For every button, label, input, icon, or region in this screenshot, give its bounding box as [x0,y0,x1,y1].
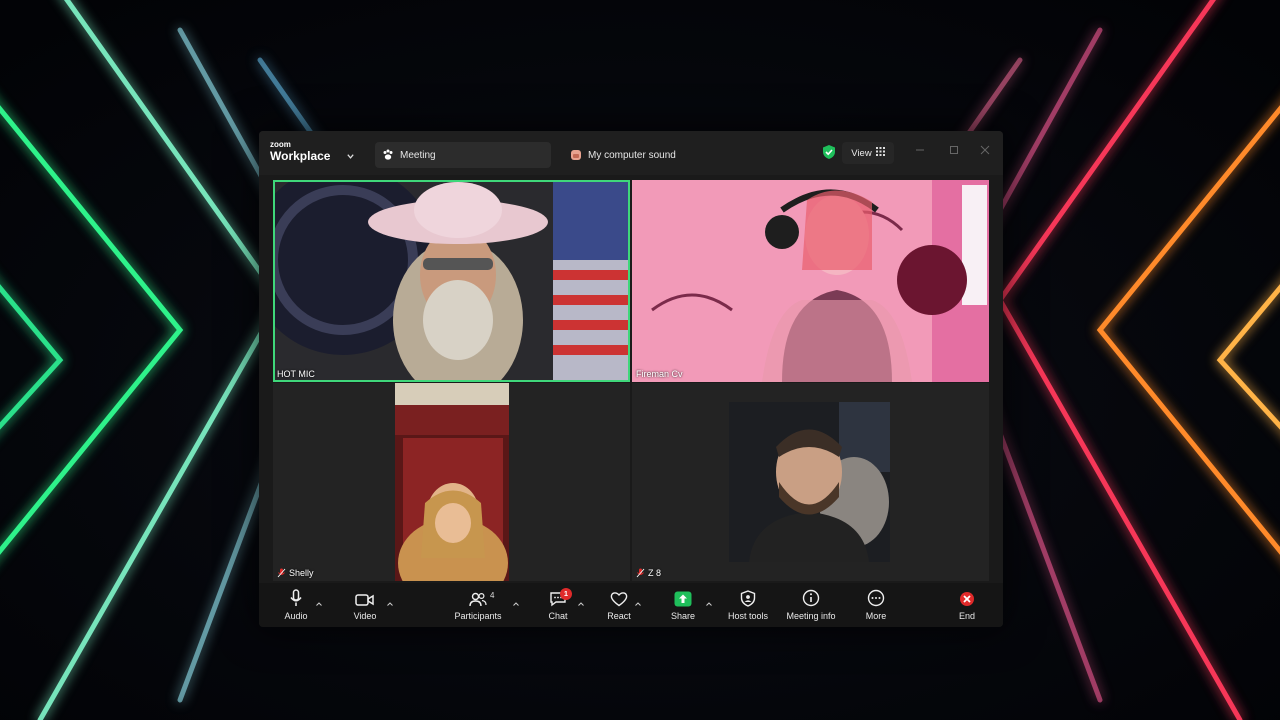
audio-label: Audio [284,611,308,621]
audio-button[interactable]: Audio [278,583,314,627]
info-icon [802,583,820,607]
share-options-caret-icon[interactable] [705,595,713,606]
heart-icon [610,583,628,607]
participant-name-label: Shelly [277,568,314,578]
end-label: End [958,611,975,621]
video-button[interactable]: Video [347,583,383,627]
brand-name: Workplace [270,149,331,163]
participant-name: Fireman Cv [636,369,683,379]
meeting-info-button[interactable]: Meeting info [783,583,839,627]
close-icon[interactable] [978,145,992,159]
react-button[interactable]: React [604,583,634,627]
participants-icon [469,583,487,607]
computer-sound-icon [570,149,582,161]
share-arrow-icon [674,583,692,607]
participant-count: 4 [490,591,495,600]
zoom-workplace-menu[interactable]: zoom Workplace [270,140,331,163]
video-label: Video [353,611,377,621]
share-label: Share [670,611,696,621]
participants-label: Participants [454,611,502,621]
tab-label: My computer sound [588,149,676,161]
maximize-icon[interactable] [947,145,961,159]
video-camera-icon [355,583,375,607]
view-label: View [851,147,872,159]
react-options-caret-icon[interactable] [634,595,642,606]
chat-options-caret-icon[interactable] [577,595,585,606]
participant-name-label: Z 8 [636,568,661,578]
participant-name-label: Fireman Cv [636,369,683,379]
meeting-info-label: Meeting info [786,611,836,621]
meeting-paw-icon [382,149,394,161]
title-bar: zoom Workplace Meeting My computer sound… [259,131,1003,175]
host-shield-icon [740,583,756,607]
video-options-caret-icon[interactable] [386,595,394,606]
tab-label: Meeting [400,149,436,161]
participants-options-caret-icon[interactable] [512,595,520,606]
video-tile-fireman-cv[interactable]: Fireman Cv [632,180,989,382]
participant-name: Z 8 [648,568,662,578]
end-meeting-button[interactable]: End [955,583,979,627]
participant-video [632,180,989,382]
video-tile-hot-mic[interactable]: HOT MIC [273,180,630,382]
view-button[interactable]: View [842,142,894,164]
shield-check-icon[interactable] [822,144,836,165]
more-dots-icon [867,583,885,607]
react-label: React [607,611,631,621]
participants-button[interactable]: Participants [449,583,507,627]
participant-video [273,180,630,382]
video-tile-z8[interactable]: Z 8 [632,383,989,581]
tab-my-computer-sound[interactable]: My computer sound [563,142,739,168]
chat-unread-badge: 1 [560,588,572,600]
participant-video [729,402,890,562]
participant-name: HOT MIC [277,369,315,379]
participant-name-label: HOT MIC [277,369,315,379]
video-tile-shelly[interactable]: Shelly [273,383,630,581]
more-button[interactable]: More [861,583,891,627]
minimize-icon[interactable] [913,145,927,159]
end-x-icon [959,583,975,607]
grid-icon [875,147,885,159]
chevron-down-icon[interactable] [346,148,355,166]
video-gallery: HOT MIC Fireman Cv Shelly Z 8 [259,175,1003,583]
host-tools-label: Host tools [727,611,769,621]
chat-label: Chat [548,611,568,621]
brand-small-text: zoom [270,140,291,149]
tab-meeting[interactable]: Meeting [375,142,551,168]
muted-mic-icon [277,568,286,578]
share-button[interactable]: Share [667,583,699,627]
participant-video [395,383,509,581]
participant-name: Shelly [289,568,314,578]
microphone-icon [289,583,303,607]
audio-options-caret-icon[interactable] [315,595,323,606]
host-tools-button[interactable]: Host tools [725,583,771,627]
meeting-toolbar: Audio Video Participants 4 Chat 1 React … [259,583,1003,627]
muted-mic-icon [636,568,645,578]
more-label: More [865,611,887,621]
zoom-meeting-window: zoom Workplace Meeting My computer sound… [259,131,1003,627]
